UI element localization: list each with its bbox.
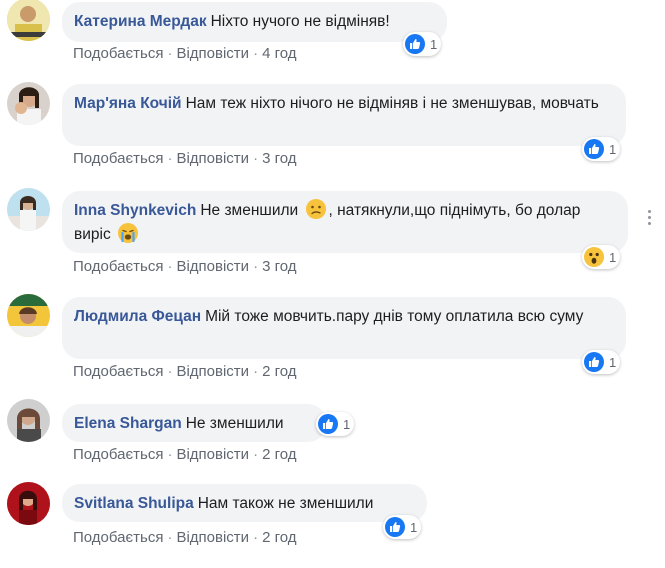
reaction-number: 1: [343, 416, 351, 432]
timestamp[interactable]: 3 год: [262, 150, 296, 167]
comment-author[interactable]: Мар'яна Кочій: [74, 95, 182, 112]
separator: ·: [167, 45, 173, 62]
crying-face-icon: [118, 223, 139, 244]
separator: ·: [253, 446, 259, 463]
reply-link[interactable]: Відповісти: [176, 446, 249, 463]
reply-link[interactable]: Відповісти: [176, 45, 249, 62]
avatar[interactable]: [7, 188, 50, 231]
timestamp[interactable]: 2 год: [262, 446, 296, 463]
reaction-count[interactable]: 1: [582, 137, 621, 161]
reaction-number: 1: [609, 249, 617, 265]
comment-bubble: Людмила Фецан Мій тоже мовчить.пару днів …: [62, 297, 626, 359]
separator: ·: [253, 258, 259, 275]
like-link[interactable]: Подобається: [73, 363, 163, 380]
comment-author[interactable]: Inna Shynkevich: [74, 202, 196, 219]
reply-link[interactable]: Відповісти: [176, 258, 249, 275]
wow-icon: [584, 247, 604, 267]
comment-actions: Подобається · Відповісти · 3 год: [73, 150, 296, 167]
avatar[interactable]: [7, 399, 50, 442]
like-link[interactable]: Подобається: [73, 529, 163, 546]
timestamp[interactable]: 3 год: [262, 258, 296, 275]
comment-text: Не зменшили: [185, 415, 284, 432]
more-options-icon[interactable]: [648, 210, 652, 228]
separator: ·: [167, 446, 173, 463]
like-link[interactable]: Подобається: [73, 45, 163, 62]
reaction-count[interactable]: 1: [403, 32, 442, 56]
separator: ·: [253, 150, 259, 167]
comment-text: Нам теж ніхто нічого не відміняв і не зм…: [185, 95, 599, 112]
avatar[interactable]: [7, 82, 50, 125]
like-icon: [318, 414, 338, 434]
reaction-number: 1: [609, 354, 617, 370]
comment-actions: Подобається · Відповісти · 2 год: [73, 363, 296, 380]
separator: ·: [167, 150, 173, 167]
reaction-number: 1: [430, 36, 438, 52]
reaction-number: 1: [410, 519, 418, 535]
comment-text: Мій тоже мовчить.пару днів тому оплатила…: [205, 308, 584, 325]
comment-actions: Подобається · Відповісти · 3 год: [73, 258, 296, 275]
timestamp[interactable]: 2 год: [262, 529, 296, 546]
reaction-count[interactable]: 1: [582, 350, 621, 374]
reaction-count[interactable]: 1: [383, 515, 422, 539]
avatar[interactable]: [7, 294, 50, 337]
like-icon: [584, 352, 604, 372]
comment-actions: Подобається · Відповісти · 2 год: [73, 529, 296, 546]
separator: ·: [167, 258, 173, 275]
like-icon: [385, 517, 405, 537]
separator: ·: [167, 529, 173, 546]
comment-author[interactable]: Людмила Фецан: [74, 308, 201, 325]
like-icon: [405, 34, 425, 54]
separator: ·: [167, 363, 173, 380]
comment-author[interactable]: Elena Shargan: [74, 415, 182, 432]
comment-bubble: Svitlana Shulipa Нам також не зменшили: [62, 484, 427, 522]
separator: ·: [253, 45, 259, 62]
like-link[interactable]: Подобається: [73, 446, 163, 463]
reaction-number: 1: [609, 141, 617, 157]
reaction-count[interactable]: 1: [316, 412, 355, 436]
separator: ·: [253, 363, 259, 380]
comment-bubble: Мар'яна Кочій Нам теж ніхто нічого не від…: [62, 84, 626, 146]
like-link[interactable]: Подобається: [73, 150, 163, 167]
comment-actions: Подобається · Відповісти · 2 год: [73, 446, 296, 463]
comment-bubble: Катерина Мердак Ніхто нучого не відміняв!: [62, 2, 447, 42]
avatar[interactable]: [7, 0, 50, 41]
comment-text: Не зменшили: [200, 202, 299, 219]
like-link[interactable]: Подобається: [73, 258, 163, 275]
comment-bubble: Inna Shynkevich Не зменшили , натякнули,щ…: [62, 191, 628, 253]
comment-bubble: Elena Shargan Не зменшили: [62, 404, 326, 442]
comment-actions: Подобається · Відповісти · 4 год: [73, 45, 296, 62]
avatar[interactable]: [7, 482, 50, 525]
comment-author[interactable]: Катерина Мердак: [74, 13, 207, 30]
confused-face-icon: [305, 199, 326, 220]
comment-text: Нам також не зменшили: [197, 495, 374, 512]
separator: ·: [253, 529, 259, 546]
reply-link[interactable]: Відповісти: [176, 150, 249, 167]
comment-author[interactable]: Svitlana Shulipa: [74, 495, 194, 512]
reply-link[interactable]: Відповісти: [176, 529, 249, 546]
comment-text: Ніхто нучого не відміняв!: [210, 13, 390, 30]
reaction-count[interactable]: 1: [582, 245, 621, 269]
like-icon: [584, 139, 604, 159]
reply-link[interactable]: Відповісти: [176, 363, 249, 380]
timestamp[interactable]: 2 год: [262, 363, 296, 380]
timestamp[interactable]: 4 год: [262, 45, 296, 62]
